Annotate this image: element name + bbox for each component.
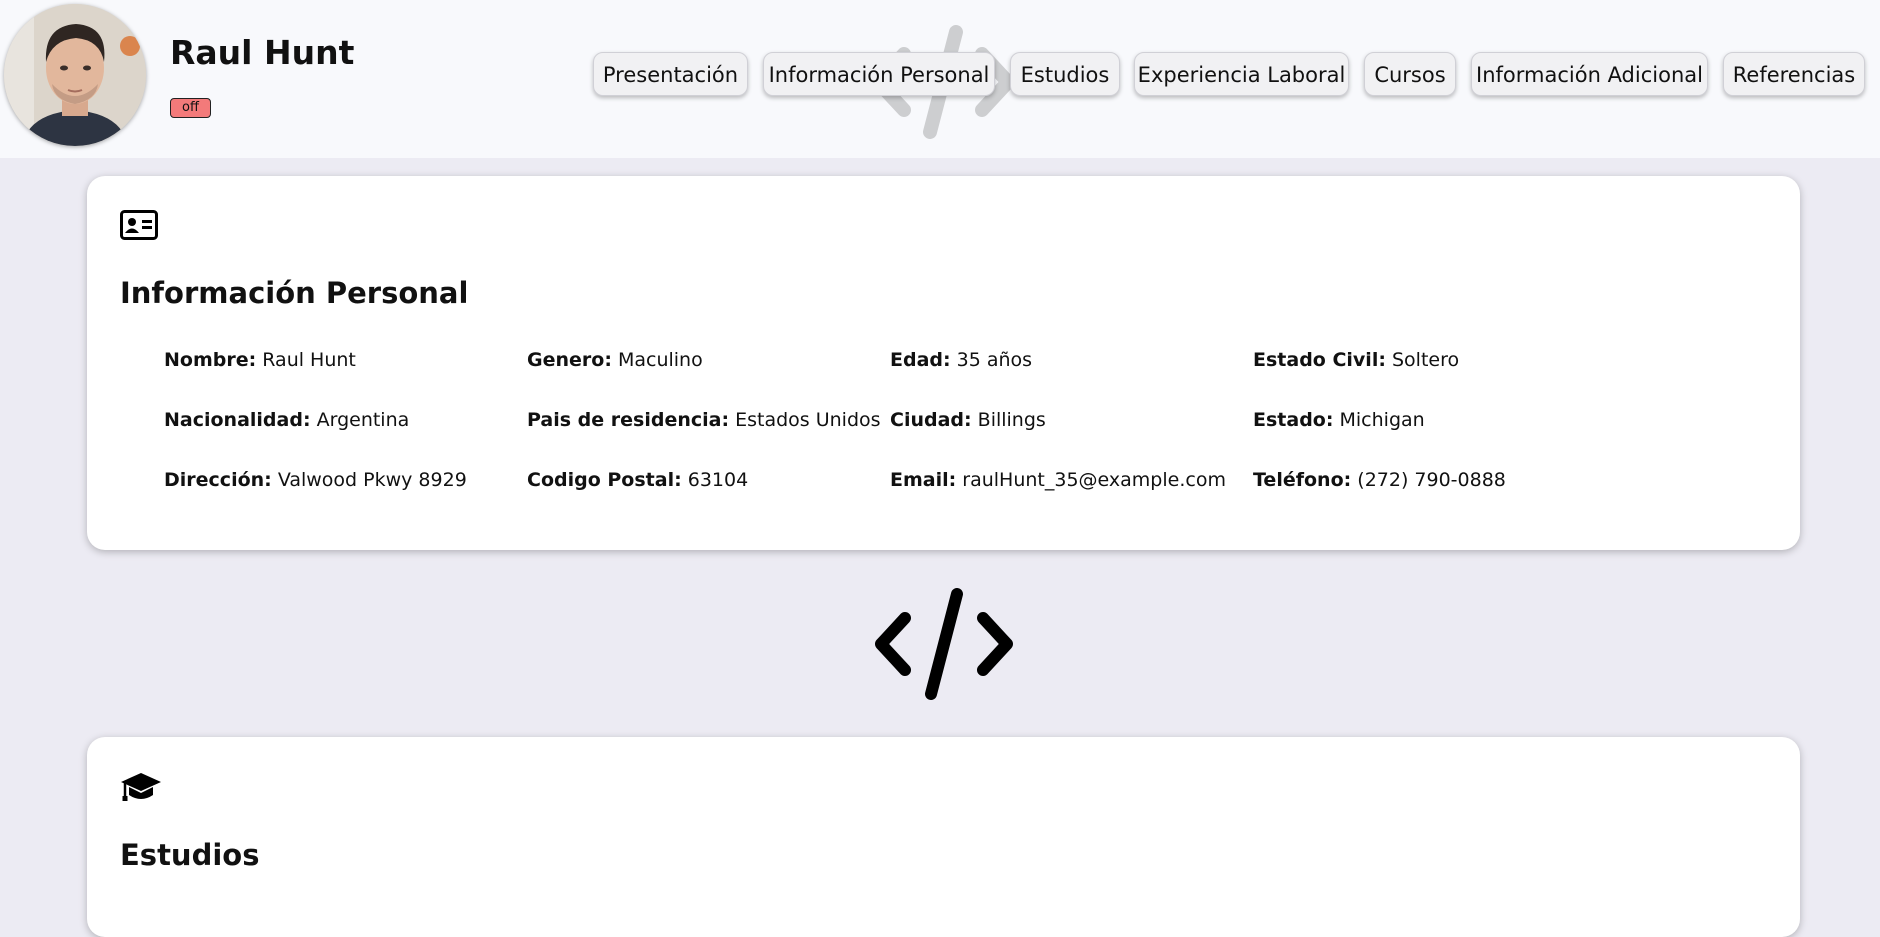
id-card-icon [120, 210, 158, 240]
nav-referencias[interactable]: Referencias [1723, 52, 1865, 96]
field-value: Michigan [1339, 409, 1425, 431]
field-value: (272) 790-0888 [1357, 469, 1506, 491]
field-codigo-postal: Codigo Postal: 63104 [527, 469, 748, 491]
field-value: Soltero [1391, 349, 1460, 371]
field-pais-residencia: Pais de residencia: Estados Unidos [527, 409, 881, 431]
field-label: Estado: [1253, 409, 1334, 431]
field-direccion: Dirección: Valwood Pkwy 8929 [164, 469, 467, 491]
field-edad: Edad: 35 años [890, 349, 1032, 371]
field-label: Email: [890, 469, 957, 491]
nav-experiencia-laboral[interactable]: Experiencia Laboral [1134, 52, 1349, 96]
field-genero: Genero: Maculino [527, 349, 703, 371]
nav-informacion-personal[interactable]: Información Personal [763, 52, 995, 96]
field-value: 63104 [687, 469, 749, 491]
field-telefono: Teléfono: (272) 790-0888 [1253, 469, 1506, 491]
field-label: Nombre: [164, 349, 257, 371]
field-value: Maculino [617, 349, 703, 371]
field-value: Raul Hunt [262, 349, 356, 371]
studies-card: Estudios [87, 737, 1800, 937]
field-label: Estado Civil: [1253, 349, 1386, 371]
field-label: Edad: [890, 349, 951, 371]
field-label: Dirección: [164, 469, 272, 491]
nav-informacion-adicional[interactable]: Información Adicional [1471, 52, 1708, 96]
field-estado-civil: Estado Civil: Soltero [1253, 349, 1459, 371]
field-label: Teléfono: [1253, 469, 1352, 491]
avatar-photo [4, 4, 146, 146]
status-badge: off [170, 98, 211, 118]
field-label: Genero: [527, 349, 612, 371]
studies-title: Estudios [120, 838, 260, 872]
graduation-cap-icon [121, 773, 161, 801]
header: Raul Hunt off Presentación Información P… [0, 0, 1880, 158]
nav-cursos[interactable]: Cursos [1364, 52, 1456, 96]
field-value: 35 años [956, 349, 1033, 371]
field-label: Ciudad: [890, 409, 972, 431]
field-label: Codigo Postal: [527, 469, 682, 491]
field-estado: Estado: Michigan [1253, 409, 1425, 431]
avatar [4, 4, 146, 146]
field-value: Billings [977, 409, 1046, 431]
personal-info-card: Información Personal Nombre: Raul Hunt G… [87, 176, 1800, 550]
nav-presentacion[interactable]: Presentación [593, 52, 748, 96]
field-value: Valwood Pkwy 8929 [277, 469, 467, 491]
field-label: Nacionalidad: [164, 409, 311, 431]
field-value: Argentina [316, 409, 410, 431]
field-email: Email: raulHunt_35@example.com [890, 469, 1226, 491]
field-ciudad: Ciudad: Billings [890, 409, 1046, 431]
field-value: raulHunt_35@example.com [962, 469, 1226, 491]
profile-name: Raul Hunt [170, 33, 355, 72]
personal-info-title: Información Personal [120, 276, 469, 310]
field-nacionalidad: Nacionalidad: Argentina [164, 409, 409, 431]
field-value: Estados Unidos [735, 409, 881, 431]
nav-estudios[interactable]: Estudios [1010, 52, 1120, 96]
code-icon [875, 588, 1013, 700]
field-nombre: Nombre: Raul Hunt [164, 349, 356, 371]
field-label: Pais de residencia: [527, 409, 730, 431]
